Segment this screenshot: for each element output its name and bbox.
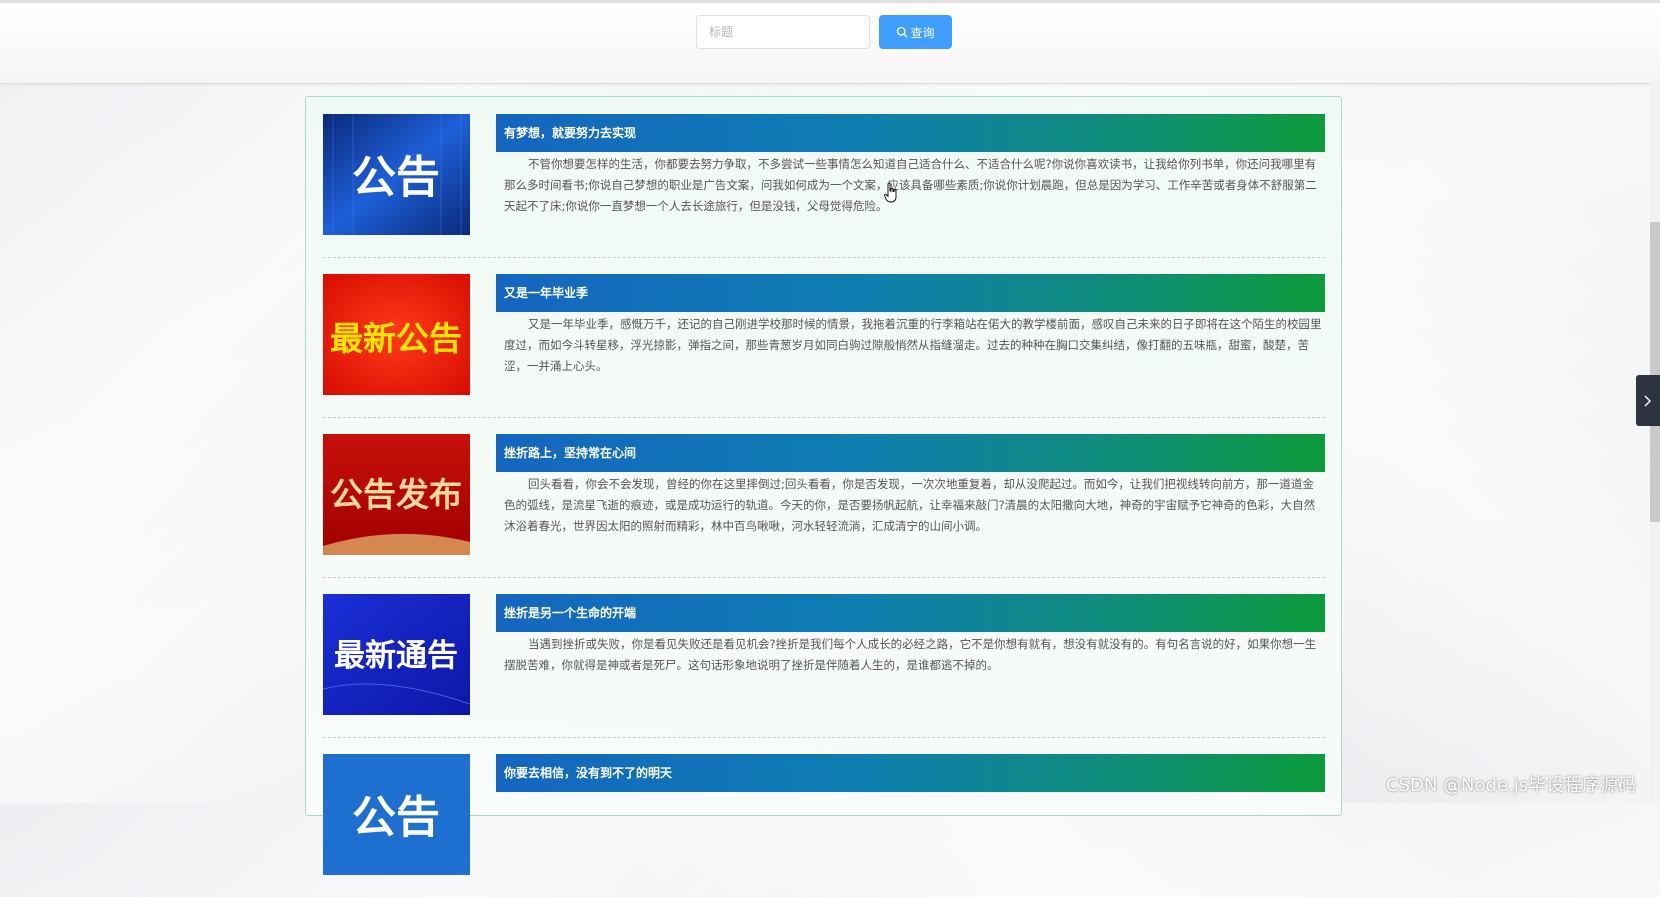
svg-text:最新公告: 最新公告	[330, 319, 462, 358]
news-thumbnail[interactable]: 最新通告	[323, 594, 470, 715]
search-button-label: 查询	[910, 25, 935, 40]
announcement-image: 最新通告	[323, 594, 470, 715]
announcement-image: 最新公告	[323, 274, 470, 395]
announcement-image: 公告	[323, 114, 470, 235]
news-item[interactable]: 最新公告 又是一年毕业季 又是一年毕业季，感慨万千，还记的自己刚进学校那时候的情…	[323, 257, 1325, 418]
news-thumbnail[interactable]: 公告	[323, 114, 470, 235]
search-button[interactable]: 查询	[879, 15, 952, 49]
svg-text:公告: 公告	[352, 152, 440, 203]
watermark: CSDN @Node.js毕设程序源码	[1386, 775, 1637, 796]
news-title[interactable]: 又是一年毕业季	[496, 274, 1325, 312]
news-title[interactable]: 挫折是另一个生命的开端	[496, 594, 1325, 632]
hand-cursor-icon	[884, 182, 897, 203]
announcement-image: 公告	[323, 754, 470, 875]
news-item[interactable]: 公告 有梦想，就要努力去实现 不管你想要怎样的生活，你都要去努力争取，不多尝试一…	[323, 97, 1325, 258]
news-item[interactable]: 最新通告 挫折是另一个生命的开端 当遇到挫折或失败，你是看见失败还是看见机会?挫…	[323, 577, 1325, 738]
news-content: 回头看看，你会不会发现，曾经的你在这里摔倒过;回头看看，你是否发现，一次次地重复…	[504, 477, 1316, 533]
search-toolbar: 查询	[0, 0, 1660, 84]
news-title[interactable]: 有梦想，就要努力去实现	[496, 114, 1325, 152]
svg-text:公告发布: 公告发布	[330, 475, 462, 514]
svg-text:公告: 公告	[352, 792, 440, 843]
news-content: 当遇到挫折或失败，你是看见失败还是看见机会?挫折是我们每个人成长的必经之路，它不…	[504, 637, 1317, 672]
svg-text:最新通告: 最新通告	[334, 638, 458, 674]
title-search-input[interactable]	[696, 15, 870, 49]
news-list: 公告 有梦想，就要努力去实现 不管你想要怎样的生活，你都要去努力争取，不多尝试一…	[305, 96, 1342, 875]
news-thumbnail[interactable]: 最新公告	[323, 274, 470, 395]
news-content: 不管你想要怎样的生活，你都要去努力争取，不多尝试一些事情怎么知道自己适合什么、不…	[504, 157, 1317, 213]
announcement-image: 公告发布	[323, 434, 470, 555]
search-icon	[897, 26, 909, 38]
news-thumbnail[interactable]: 公告	[323, 754, 470, 875]
news-title[interactable]: 你要去相信，没有到不了的明天	[496, 754, 1325, 792]
news-item[interactable]: 公告 你要去相信，没有到不了的明天	[323, 737, 1325, 897]
chevron-right-icon	[1644, 395, 1651, 406]
news-thumbnail[interactable]: 公告发布	[323, 434, 470, 555]
news-title[interactable]: 挫折路上，坚持常在心间	[496, 434, 1325, 472]
news-content: 又是一年毕业季，感慨万千，还记的自己刚进学校那时候的情景，我拖着沉重的行李箱站在…	[504, 317, 1322, 373]
news-item[interactable]: 公告发布 挫折路上，坚持常在心间 回头看看，你会不会发现，曾经的你在这里摔倒过;…	[323, 417, 1325, 578]
scrollbar-thumb[interactable]	[1650, 222, 1660, 522]
side-panel-toggle[interactable]	[1636, 375, 1660, 426]
